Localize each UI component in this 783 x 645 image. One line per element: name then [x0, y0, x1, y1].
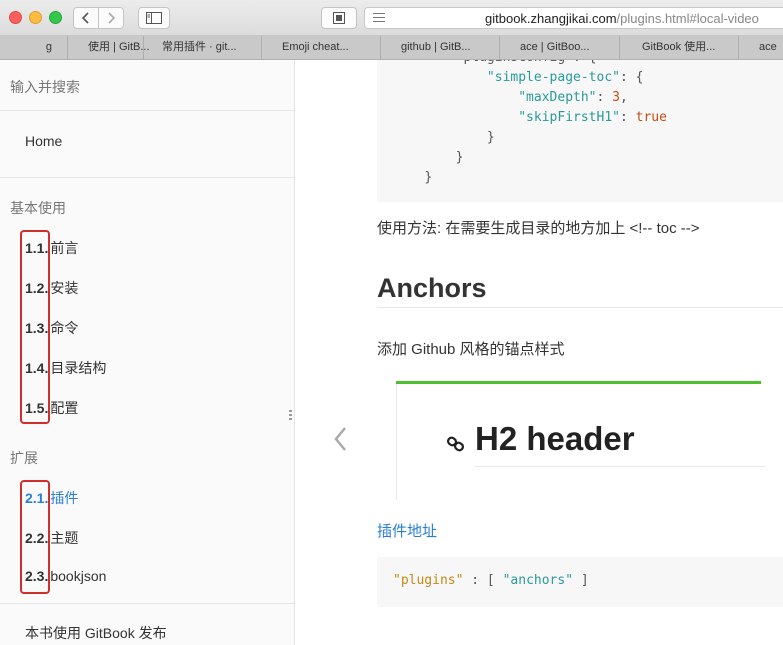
zoom-window-button[interactable]	[49, 11, 62, 24]
item-label: 目录结构	[50, 360, 107, 376]
browser-tab[interactable]: GitBook 使用...	[619, 36, 738, 60]
item-label: 前言	[50, 240, 79, 256]
anchors-description: 添加 Github 风格的锚点样式	[377, 341, 565, 358]
anchors-demo-image: H2 header	[377, 380, 783, 502]
browser-toolbar: gitbook.zhangjikai.com/plugins.html#loca…	[0, 0, 783, 36]
published-with-gitbook-link[interactable]: 本书使用 GitBook 发布	[25, 623, 167, 643]
highlight-box	[20, 480, 50, 594]
accent-line	[396, 381, 761, 384]
browser-tab[interactable]: 使用 | GitB...	[67, 36, 154, 60]
demo-heading-rule	[475, 466, 765, 467]
link-icon	[447, 436, 465, 452]
book-sidebar: 输入并搜索 Home 基本使用 1.1. 前言 1.2. 安装 1.3. 命令 1.4…	[0, 60, 295, 645]
forward-button[interactable]	[98, 7, 124, 29]
usage-text: 使用方法: 在需要生成目录的地方加上 <!-- toc -->	[377, 220, 700, 237]
chevron-left-icon[interactable]	[333, 426, 347, 452]
list-icon	[373, 13, 385, 25]
browser-tab[interactable]: github | GitB...	[380, 36, 499, 60]
tab-strip: g 使用 | GitB... 常用插件 · git... Emoji cheat…	[0, 36, 783, 60]
browser-tab[interactable]: g	[0, 36, 54, 60]
plugin-address-link[interactable]: 插件地址	[377, 520, 437, 541]
browser-tab[interactable]: 常用插件 · git...	[143, 36, 261, 60]
image-border	[396, 384, 397, 500]
resize-handle[interactable]	[289, 410, 292, 422]
close-window-button[interactable]	[9, 11, 22, 24]
section-header: 扩展	[10, 450, 38, 466]
code-block: "pluginsConfig": { "simple-page-toc": { …	[377, 60, 783, 202]
reader-icon	[333, 12, 345, 24]
browser-tab[interactable]: ace | GitBoo...	[499, 36, 619, 60]
search-input[interactable]: 输入并搜索	[10, 77, 80, 97]
item-label: 安装	[50, 280, 79, 296]
reader-view-button[interactable]	[321, 7, 357, 29]
minimize-window-button[interactable]	[29, 11, 42, 24]
chevron-left-icon	[82, 12, 89, 24]
browser-tab[interactable]: ace	[738, 36, 783, 60]
divider	[0, 603, 294, 604]
sidebar-icon	[146, 12, 162, 24]
item-label: 主题	[50, 530, 79, 546]
item-label: bookjson	[50, 568, 107, 584]
item-label: 配置	[50, 400, 79, 416]
url-text: gitbook.zhangjikai.com/plugins.html#loca…	[485, 11, 759, 26]
back-button[interactable]	[73, 7, 99, 29]
address-bar[interactable]: gitbook.zhangjikai.com/plugins.html#loca…	[364, 7, 783, 29]
anchors-heading: Anchors	[377, 273, 487, 303]
page-content: "pluginsConfig": { "simple-page-toc": { …	[296, 60, 783, 645]
heading-rule	[377, 307, 783, 308]
chevron-right-icon	[108, 12, 115, 24]
browser-tab[interactable]: Emoji cheat...	[261, 36, 379, 60]
item-label: 插件	[50, 490, 79, 506]
code-block: "plugins" : [ "anchors" ]	[377, 557, 783, 607]
divider	[0, 177, 294, 178]
demo-h2-header: H2 header	[475, 420, 635, 457]
section-header: 基本使用	[10, 200, 66, 216]
highlight-box	[20, 230, 50, 424]
sidebar-item-home[interactable]: Home	[25, 133, 62, 149]
divider	[0, 110, 294, 111]
sidebar-toggle-button[interactable]	[138, 7, 170, 29]
item-label: 命令	[50, 320, 79, 336]
